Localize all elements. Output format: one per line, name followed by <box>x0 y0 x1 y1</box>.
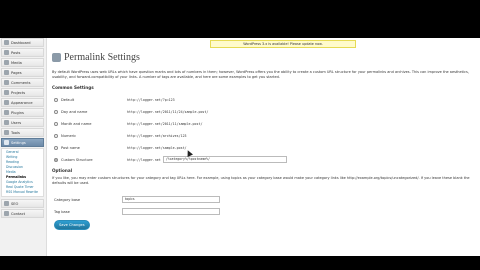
sidebar-item-label: Settings <box>11 140 26 145</box>
appearance-icon <box>4 100 9 105</box>
radio-post-name[interactable] <box>54 145 58 150</box>
admin-sidebar: Dashboard Posts Media Pages Comments Pro… <box>0 38 47 256</box>
submenu-rss-manual-rewrite[interactable]: RSS Manual Rewrite <box>6 190 43 195</box>
category-base-input[interactable]: topics <box>122 196 220 203</box>
radio-day-and-name[interactable] <box>54 109 58 114</box>
settings-page-icon <box>52 53 61 62</box>
radio-default[interactable] <box>54 97 58 102</box>
intro-text: By default WordPress uses web URLs which… <box>52 70 469 79</box>
tag-base-row: Tag base <box>54 208 254 215</box>
radio-numeric[interactable] <box>54 133 58 138</box>
sidebar-item-posts[interactable]: Posts <box>1 48 44 57</box>
sidebar-item-label: Comments <box>11 80 31 85</box>
media-icon <box>4 60 9 65</box>
sidebar-item-users[interactable]: Users <box>1 118 44 127</box>
optional-description: If you like, you may enter custom struct… <box>52 176 470 185</box>
option-example: http://logger.net/2011/11/sample-post/ <box>127 121 203 126</box>
sidebar-item-label: Users <box>11 120 22 125</box>
option-label: Custom Structure <box>61 157 93 162</box>
sidebar-item-projects[interactable]: Projects <box>1 88 44 97</box>
optional-title: Optional <box>52 168 73 173</box>
users-icon <box>4 120 9 125</box>
save-changes-button[interactable]: Save Changes <box>54 220 90 230</box>
sidebar-item-comments[interactable]: Comments <box>1 78 44 87</box>
option-label: Post name <box>61 145 80 150</box>
sidebar-item-appearance[interactable]: Appearance <box>1 98 44 107</box>
seo-icon <box>4 201 9 206</box>
sidebar-item-media[interactable]: Media <box>1 58 44 67</box>
tag-base-label: Tag base <box>54 209 70 214</box>
option-month-and-name[interactable]: Month and name http://logger.net/2011/11… <box>54 120 354 127</box>
sidebar-item-settings[interactable]: Settings <box>1 138 44 147</box>
sidebar-item-dashboard[interactable]: Dashboard <box>1 38 44 47</box>
tag-base-input[interactable] <box>122 208 220 215</box>
wp-admin-screen: Dashboard Posts Media Pages Comments Pro… <box>0 38 480 256</box>
sidebar-item-label: Media <box>11 60 22 65</box>
common-settings-title: Common Settings <box>52 85 94 90</box>
update-notice[interactable]: WordPress 3.x is available! Please updat… <box>210 40 356 48</box>
pages-icon <box>4 70 9 75</box>
page-header: Permalink Settings <box>52 52 140 63</box>
option-custom-structure[interactable]: Custom Structure http://logger.net /%cat… <box>54 156 394 163</box>
posts-icon <box>4 50 9 55</box>
projects-icon <box>4 90 9 95</box>
sidebar-item-label: SEO <box>11 201 19 206</box>
option-label: Default <box>61 97 75 102</box>
sidebar-item-label: Plugins <box>11 110 24 115</box>
option-label: Numeric <box>61 133 77 138</box>
sidebar-item-label: Dashboard <box>11 40 31 45</box>
radio-month-and-name[interactable] <box>54 121 58 126</box>
main-content: WordPress 3.x is available! Please updat… <box>52 38 476 256</box>
sidebar-item-label: Tools <box>11 130 20 135</box>
sidebar-item-label: Contact <box>11 211 25 216</box>
option-day-and-name[interactable]: Day and name http://logger.net/2011/11/2… <box>54 108 354 115</box>
option-default[interactable]: Default http://logger.net/?p=123 <box>54 96 354 103</box>
category-base-label: Category base <box>54 197 81 202</box>
option-example: http://logger.net/archives/123 <box>127 133 187 138</box>
sidebar-item-label: Posts <box>11 50 21 55</box>
sidebar-item-label: Pages <box>11 70 22 75</box>
option-post-name[interactable]: Post name http://logger.net/sample-post/ <box>54 144 354 151</box>
page-title: Permalink Settings <box>64 52 140 63</box>
settings-submenu: General Writing Reading Discussion Media… <box>1 148 44 197</box>
option-numeric[interactable]: Numeric http://logger.net/archives/123 <box>54 132 354 139</box>
option-example: http://logger.net/sample-post/ <box>127 145 187 150</box>
settings-icon <box>4 140 9 145</box>
option-label: Day and name <box>61 109 88 114</box>
option-example: http://logger.net/2011/11/24/sample-post… <box>127 109 209 114</box>
radio-custom-structure[interactable] <box>54 157 58 162</box>
sidebar-item-tools[interactable]: Tools <box>1 128 44 137</box>
sidebar-item-label: Appearance <box>11 100 33 105</box>
option-label: Month and name <box>61 121 92 126</box>
custom-structure-prefix: http://logger.net <box>127 157 161 162</box>
dashboard-icon <box>4 40 9 45</box>
sidebar-item-contact[interactable]: Contact <box>1 209 44 218</box>
plugins-icon <box>4 110 9 115</box>
sidebar-item-label: Projects <box>11 90 26 95</box>
custom-structure-input[interactable]: /%category%/%postname%/ <box>162 156 287 163</box>
sidebar-item-seo[interactable]: SEO <box>1 199 44 208</box>
comments-icon <box>4 80 9 85</box>
sidebar-item-pages[interactable]: Pages <box>1 68 44 77</box>
option-example: http://logger.net/?p=123 <box>127 97 175 102</box>
tools-icon <box>4 130 9 135</box>
contact-icon <box>4 211 9 216</box>
sidebar-item-plugins[interactable]: Plugins <box>1 108 44 117</box>
category-base-row: Category base topics <box>54 196 254 203</box>
